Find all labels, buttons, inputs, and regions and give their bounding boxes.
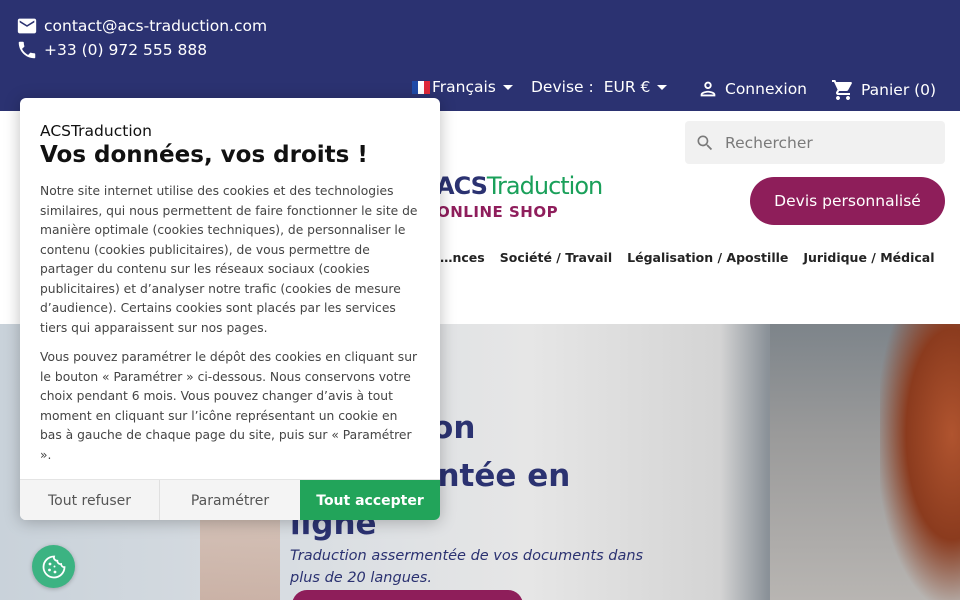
language-selector[interactable]: Français — [412, 78, 513, 96]
cookie-consent-dialog: ACSTraduction Vos données, vos droits ! … — [20, 98, 440, 520]
language-label: Français — [432, 78, 496, 96]
refuse-all-button[interactable]: Tout refuser — [20, 480, 160, 520]
cookie-paragraph-1: Notre site internet utilise des cookies … — [40, 184, 418, 335]
search-icon — [697, 135, 713, 150]
logo-acs: ACS — [436, 172, 488, 200]
user-icon — [700, 81, 716, 97]
chevron-down-icon — [502, 84, 513, 90]
hero-photo-detail — [880, 324, 960, 600]
menu-item-juridique-medical[interactable]: Juridique / Médical — [803, 250, 934, 265]
main-menu: …nces Société / Travail Légalisation / A… — [440, 250, 949, 265]
cookie-actions: Tout refuser Paramétrer Tout accepter — [20, 479, 440, 520]
login-link[interactable]: Connexion — [697, 78, 807, 100]
mail-icon — [17, 18, 37, 34]
contact-phone-link[interactable]: +33 (0) 972 555 888 — [16, 39, 207, 61]
search-input[interactable] — [725, 133, 925, 152]
cookie-brand: ACSTraduction — [40, 122, 152, 140]
contact-email-text: contact@acs-traduction.com — [44, 17, 268, 35]
cookie-body[interactable]: Notre site internet utilise des cookies … — [40, 182, 423, 478]
cookie-title: Vos données, vos droits ! — [40, 142, 368, 168]
accept-all-button[interactable]: Tout accepter — [300, 480, 440, 520]
quote-button[interactable]: Devis personnalisé — [750, 177, 945, 225]
cart-link[interactable]: Panier (0) — [831, 78, 936, 102]
search-box[interactable] — [685, 121, 945, 164]
login-label: Connexion — [725, 80, 808, 98]
hero-cta-button[interactable] — [292, 590, 523, 600]
cart-icon — [832, 80, 852, 100]
hero-subtitle: Traduction assermentée de vos documents … — [290, 548, 644, 586]
cookie-settings-fab[interactable] — [32, 545, 75, 588]
currency-value: EUR € — [603, 78, 651, 96]
cart-label: Panier (0) — [861, 81, 937, 99]
top-bar: contact@acs-traduction.com +33 (0) 972 5… — [0, 0, 960, 111]
settings-button[interactable]: Paramétrer — [160, 480, 300, 520]
cookie-icon — [42, 555, 65, 578]
phone-icon — [18, 41, 36, 59]
currency-label: Devise : — [531, 78, 594, 96]
menu-item-naissances[interactable]: …nces — [440, 250, 485, 265]
chevron-down-icon — [657, 84, 668, 90]
currency-selector[interactable]: Devise : EUR € — [531, 78, 668, 96]
menu-item-societe-travail[interactable]: Société / Travail — [500, 250, 612, 265]
logo-traduction: Traduction — [486, 172, 603, 200]
contact-phone-text: +33 (0) 972 555 888 — [44, 41, 208, 59]
menu-item-legalisation-apostille[interactable]: Légalisation / Apostille — [627, 250, 788, 265]
contact-email-link[interactable]: contact@acs-traduction.com — [16, 15, 267, 37]
flag-fr-icon — [412, 80, 430, 94]
logo-subtitle: ONLINE SHOP — [437, 203, 559, 221]
cookie-paragraph-2: Vous pouvez paramétrer le dépôt des cook… — [40, 350, 418, 462]
